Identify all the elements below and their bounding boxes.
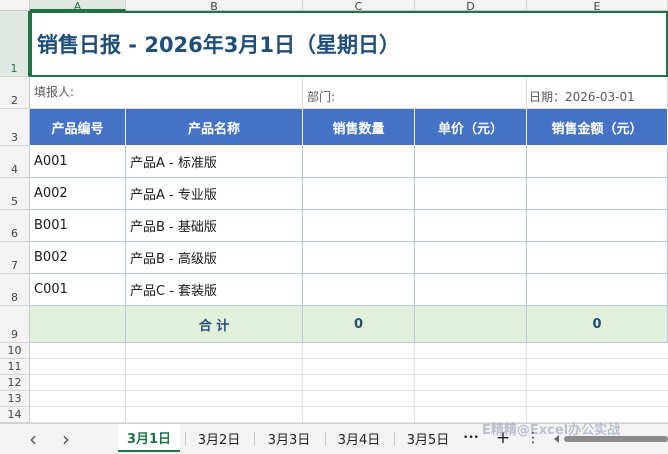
header-unit-price[interactable]: 单价（元） [415, 109, 527, 146]
row-header-14[interactable]: 14 [0, 407, 30, 423]
qty-cell[interactable] [303, 210, 415, 242]
empty-grid-area[interactable] [30, 343, 668, 423]
product-name-cell[interactable]: 产品B - 高级版 [126, 242, 303, 274]
price-cell[interactable] [415, 178, 527, 210]
select-all-corner[interactable] [0, 0, 30, 11]
amount-cell[interactable] [527, 210, 668, 242]
department-label[interactable]: 部门: [303, 77, 527, 109]
sheet-tab-3-2[interactable]: 3月2日 [189, 424, 249, 452]
row-header-13[interactable]: 13 [0, 391, 30, 407]
total-qty[interactable]: 0 [303, 306, 415, 343]
row-header-7[interactable]: 7 [0, 242, 30, 274]
product-code-cell[interactable]: C001 [30, 274, 126, 306]
price-cell[interactable] [415, 242, 527, 274]
product-name-cell[interactable]: 产品C - 套装版 [126, 274, 303, 306]
header-product-name[interactable]: 产品名称 [126, 109, 303, 146]
row-header-2[interactable]: 2 [0, 77, 30, 109]
tab-separator [185, 432, 186, 446]
header-sales-amount[interactable]: 销售金额（元） [527, 109, 668, 146]
row-header-5[interactable]: 5 [0, 178, 30, 210]
report-date[interactable]: 日期：2026-03-01 [527, 77, 668, 109]
price-cell[interactable] [415, 274, 527, 306]
price-cell[interactable] [415, 210, 527, 242]
product-name-cell[interactable]: 产品A - 专业版 [126, 178, 303, 210]
total-amount[interactable]: 0 [527, 306, 668, 343]
column-header-e[interactable]: E [527, 0, 668, 13]
price-cell[interactable] [415, 146, 527, 178]
total-price-blank[interactable] [415, 306, 527, 343]
total-blank-cell[interactable] [30, 306, 126, 343]
header-product-code[interactable]: 产品编号 [30, 109, 126, 146]
product-code-cell[interactable]: B002 [30, 242, 126, 274]
column-header-c[interactable]: C [303, 0, 415, 13]
title-cell[interactable]: 销售日报 - 2026年3月1日（星期日） [30, 11, 668, 77]
scroll-tabs-left-button[interactable]: ‹ [22, 424, 44, 453]
product-code-cell[interactable]: B001 [30, 210, 126, 242]
sheet-tab-3-5[interactable]: 3月5日 [398, 424, 458, 452]
qty-cell[interactable] [303, 178, 415, 210]
scroll-tabs-right-button[interactable]: › [55, 424, 77, 453]
tab-separator [325, 432, 326, 446]
amount-cell[interactable] [527, 178, 668, 210]
scroll-left-arrow-icon[interactable] [554, 435, 559, 443]
amount-cell[interactable] [527, 274, 668, 306]
product-name-cell[interactable]: 产品A - 标准版 [126, 146, 303, 178]
amount-cell[interactable] [527, 242, 668, 274]
row-header-12[interactable]: 12 [0, 375, 30, 391]
product-code-cell[interactable]: A001 [30, 146, 126, 178]
qty-cell[interactable] [303, 242, 415, 274]
product-name-cell[interactable]: 产品B - 基础版 [126, 210, 303, 242]
more-tabs-button[interactable]: ••• [460, 424, 482, 452]
row-header-6[interactable]: 6 [0, 210, 30, 242]
sheet-tab-3-1[interactable]: 3月1日 [118, 424, 180, 452]
product-code-cell[interactable]: A002 [30, 178, 126, 210]
column-header-d[interactable]: D [415, 0, 527, 13]
column-header-b[interactable]: B [126, 0, 303, 13]
header-sales-qty[interactable]: 销售数量 [303, 109, 415, 146]
tab-separator [254, 432, 255, 446]
column-header-a[interactable]: A [30, 0, 126, 13]
row-header-3[interactable]: 3 [0, 109, 30, 146]
qty-cell[interactable] [303, 146, 415, 178]
qty-cell[interactable] [303, 274, 415, 306]
sheet-title: 销售日报 - 2026年3月1日（星期日） [37, 33, 401, 57]
amount-cell[interactable] [527, 146, 668, 178]
sheet-tab-bar: ‹ › 3月1日 3月2日 3月3日 3月4日 3月5日 ••• + ⋮ E精精… [0, 423, 668, 454]
row-header-11[interactable]: 11 [0, 359, 30, 375]
scrollbar-thumb[interactable] [564, 436, 668, 442]
row-header-8[interactable]: 8 [0, 274, 30, 306]
row-header-9[interactable]: 9 [0, 306, 30, 343]
reporter-label[interactable]: 填报人: [30, 77, 303, 109]
total-label[interactable]: 合 计 [126, 306, 303, 343]
sheet-tab-3-4[interactable]: 3月4日 [329, 424, 389, 452]
tab-separator [394, 432, 395, 446]
sheet-tab-3-3[interactable]: 3月3日 [258, 424, 320, 452]
horizontal-scrollbar[interactable] [550, 434, 668, 444]
row-header-10[interactable]: 10 [0, 343, 30, 359]
row-header-4[interactable]: 4 [0, 146, 30, 178]
row-header-1[interactable]: 1 [0, 11, 30, 77]
